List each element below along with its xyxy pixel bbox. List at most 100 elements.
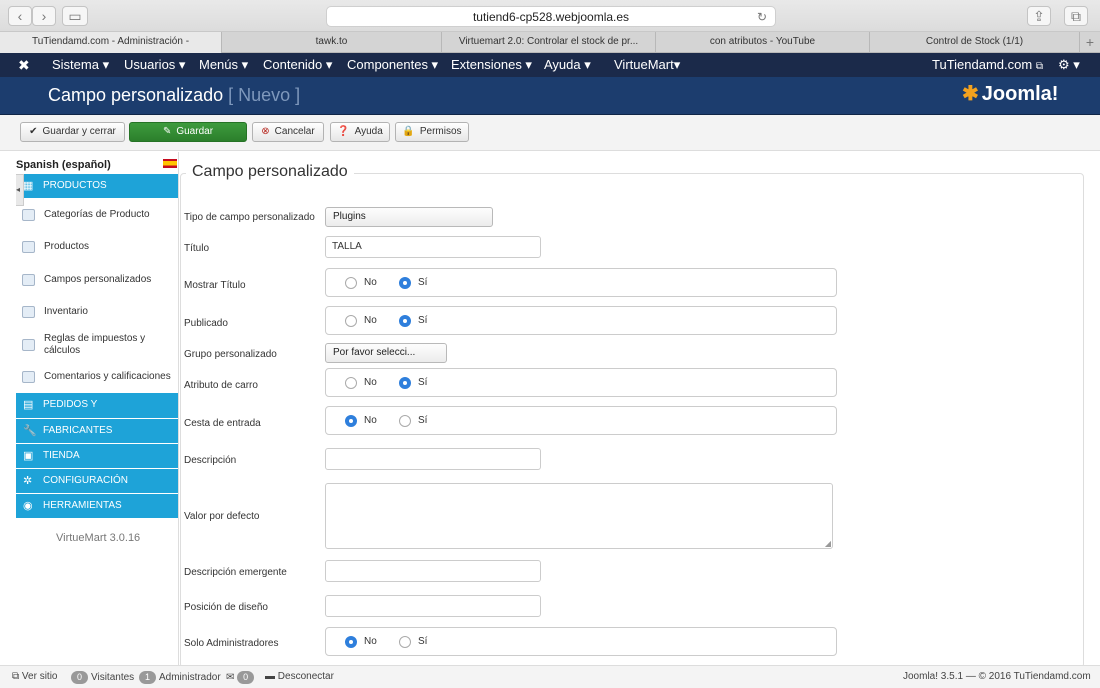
edit-icon: ✎	[162, 126, 172, 137]
config-icon: ✲	[23, 475, 33, 487]
sidebar-section-fabricantes[interactable]: 🔧 FABRICANTES	[16, 419, 178, 443]
published-label: Publicado	[184, 318, 228, 329]
tooltip-input[interactable]	[325, 560, 541, 582]
description-input[interactable]	[325, 448, 541, 470]
sidebar-section-productos[interactable]: ▦ PRODUCTOS	[16, 174, 178, 198]
published-yes-radio[interactable]	[399, 315, 411, 327]
show-title-no-label: No	[364, 277, 377, 288]
tab-virtuemart-stock[interactable]: Virtuemart 2.0: Controlar el stock de pr…	[442, 32, 656, 53]
tab-tawk[interactable]: tawk.to	[222, 32, 442, 53]
sidebar-item-impuestos[interactable]: Reglas de impuestos y cálculos	[16, 333, 166, 357]
save-close-button[interactable]: ✔ Guardar y cerrar	[20, 122, 125, 142]
sidebar-item-campos[interactable]: Campos personalizados	[16, 274, 178, 286]
new-tab-icon[interactable]: +	[1080, 32, 1100, 53]
menu-virtuemart[interactable]: VirtueMart▾	[614, 53, 680, 77]
menu-menus[interactable]: Menús ▾	[199, 53, 248, 77]
title-label: Título	[184, 243, 210, 254]
sidebar-toggle-icon[interactable]: ▭	[62, 6, 88, 26]
tab-youtube[interactable]: con atributos - YouTube	[656, 32, 870, 53]
sidebar-item-productos[interactable]: Productos	[16, 241, 178, 253]
show-title-no-radio[interactable]	[345, 277, 357, 289]
cancel-button[interactable]: ⊗ Cancelar	[252, 122, 324, 142]
show-title-radio-group: No Sí	[325, 268, 837, 297]
show-title-yes-label: Sí	[418, 277, 428, 288]
messages-counter[interactable]: ✉ 0	[226, 671, 257, 684]
menu-sistema[interactable]: Sistema ▾	[52, 53, 109, 77]
joomla-small-icon[interactable]: ✖	[18, 57, 30, 74]
page-subtitle: [ Nuevo ]	[228, 85, 301, 105]
back-button[interactable]: ‹	[8, 6, 32, 26]
gear-icon[interactable]: ⚙ ▾	[1058, 53, 1080, 77]
layout-position-input[interactable]	[325, 595, 541, 617]
cart-attribute-no-radio[interactable]	[345, 377, 357, 389]
tab-control-stock[interactable]: Control de Stock (1/1)	[870, 32, 1080, 53]
status-bar: ⧉ Ver sitio 0 Visitantes 1 Administrador ✉…	[0, 665, 1100, 688]
sidebar-divider	[178, 152, 179, 665]
resize-grip-icon[interactable]: ◢	[825, 539, 831, 548]
admin-only-yes-radio[interactable]	[399, 636, 411, 648]
group-select[interactable]: Por favor selecci...	[325, 343, 447, 363]
category-icon	[22, 209, 35, 221]
type-select[interactable]: Plugins	[325, 207, 493, 227]
admin-only-label: Solo Administradores	[184, 638, 279, 649]
lock-icon: 🔒	[402, 126, 415, 137]
check-icon: ✔	[29, 126, 38, 137]
published-radio-group: No Sí	[325, 306, 837, 335]
group-label: Grupo personalizado	[184, 349, 277, 360]
collapse-sidebar-icon[interactable]: ◂	[16, 174, 24, 206]
sidebar-section-tienda[interactable]: ▣ TIENDA	[16, 444, 178, 468]
fieldset-legend: Campo personalizado	[186, 163, 354, 181]
sidebar-section-configuracion[interactable]: ✲ CONFIGURACIÓN	[16, 469, 178, 493]
input-cart-no-radio[interactable]	[345, 415, 357, 427]
page-title: Campo personalizado [ Nuevo ]	[48, 85, 301, 105]
view-site-link[interactable]: ⧉ Ver sitio	[12, 671, 58, 682]
title-input[interactable]: TALLA	[325, 236, 541, 258]
cancel-icon: ⊗	[261, 126, 270, 137]
orders-icon: ▤	[23, 399, 34, 411]
default-value-textarea[interactable]: ◢	[325, 483, 833, 549]
admin-only-radio-group: No Sí	[325, 627, 837, 656]
messages-badge: 0	[237, 671, 255, 684]
spain-flag-icon[interactable]	[163, 159, 177, 168]
cart-attribute-yes-radio[interactable]	[399, 377, 411, 389]
logout-link[interactable]: ▬ Desconectar	[265, 671, 334, 682]
tab-administracion[interactable]: TuTiendamd.com - Administración -	[0, 32, 222, 53]
sidebar-section-herramientas[interactable]: ◉ HERRAMIENTAS	[16, 494, 178, 518]
tax-icon	[22, 339, 35, 351]
product-icon	[22, 241, 35, 253]
input-cart-radio-group: No Sí	[325, 406, 837, 435]
menu-componentes[interactable]: Componentes ▾	[347, 53, 438, 77]
minus-icon: ▬	[265, 671, 275, 682]
sidebar-section-pedidos[interactable]: ▤ PEDIDOS Y	[16, 393, 178, 418]
help-button[interactable]: ❓ Ayuda	[330, 122, 390, 142]
show-title-label: Mostrar Título	[184, 280, 246, 291]
help-icon: ❓	[337, 126, 350, 137]
admin-only-no-radio[interactable]	[345, 636, 357, 648]
share-icon[interactable]: ⇪	[1027, 6, 1051, 26]
tabs-overview-icon[interactable]: ⧉	[1064, 6, 1088, 26]
sidebar-item-inventario[interactable]: Inventario	[16, 306, 178, 318]
menu-contenido[interactable]: Contenido ▾	[263, 53, 332, 77]
published-no-radio[interactable]	[345, 315, 357, 327]
menu-ayuda[interactable]: Ayuda ▾	[544, 53, 591, 77]
input-cart-no-label: No	[364, 415, 377, 426]
comments-icon	[22, 371, 35, 383]
site-link[interactable]: TuTiendamd.com ⧉	[932, 53, 1043, 79]
menu-usuarios[interactable]: Usuarios ▾	[124, 53, 185, 77]
reload-icon[interactable]: ↻	[757, 7, 767, 27]
permissions-button[interactable]: 🔒 Permisos	[395, 122, 469, 142]
menu-extensiones[interactable]: Extensiones ▾	[451, 53, 532, 77]
address-bar[interactable]: tutiend6-cp528.webjoomla.es ↻	[326, 6, 776, 27]
sidebar-item-categorias[interactable]: Categorías de Producto	[16, 209, 178, 221]
sidebar-item-comentarios[interactable]: Comentarios y calificaciones	[16, 371, 178, 383]
action-toolbar: ✔ Guardar y cerrar ✎ Guardar ⊗ Cancelar ❓ Ay…	[0, 115, 1100, 151]
inventory-icon	[22, 306, 35, 318]
layout-position-label: Posición de diseño	[184, 602, 268, 613]
tooltip-label: Descripción emergente	[184, 567, 287, 578]
save-button[interactable]: ✎ Guardar	[129, 122, 247, 142]
input-cart-yes-radio[interactable]	[399, 415, 411, 427]
external-link-icon: ⧉	[1035, 61, 1043, 72]
forward-button[interactable]: ›	[32, 6, 56, 26]
published-no-label: No	[364, 315, 377, 326]
show-title-yes-radio[interactable]	[399, 277, 411, 289]
